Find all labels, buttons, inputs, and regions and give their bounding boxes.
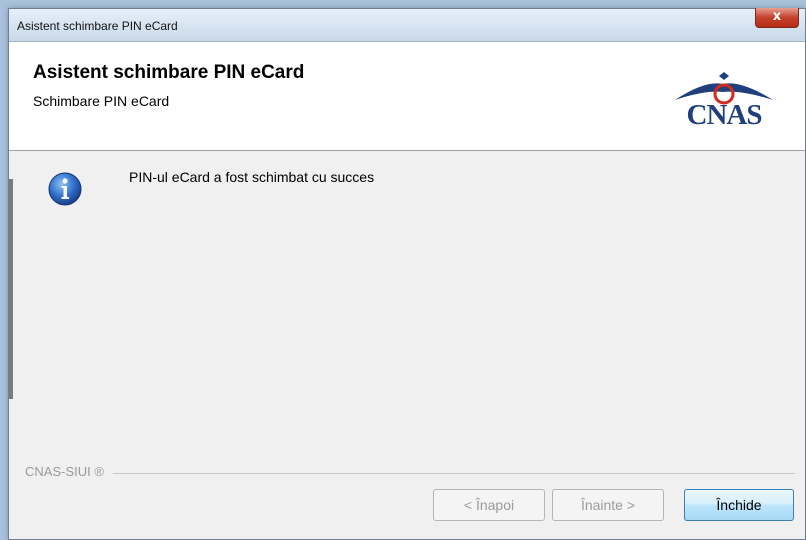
- back-button[interactable]: < Înapoi: [433, 489, 545, 521]
- window-title: Asistent schimbare PIN eCard: [17, 19, 178, 33]
- page-title: Asistent schimbare PIN eCard: [33, 62, 305, 83]
- close-button[interactable]: Închide: [684, 489, 794, 521]
- info-icon: [47, 171, 83, 207]
- next-button[interactable]: Înainte >: [552, 489, 664, 521]
- logo-text: CNAS: [686, 99, 763, 131]
- footer-separator: [113, 473, 795, 474]
- wizard-window: Asistent schimbare PIN eCard x Asistent …: [8, 8, 806, 540]
- title-bar[interactable]: Asistent schimbare PIN eCard x: [9, 8, 805, 42]
- cnas-logo: CNAS: [665, 70, 783, 132]
- wizard-header: Asistent schimbare PIN eCard Schimbare P…: [9, 42, 805, 151]
- close-window-button[interactable]: x: [755, 8, 799, 28]
- page-subtitle: Schimbare PIN eCard: [33, 93, 170, 109]
- footer-label: CNAS-SIUI ®: [25, 464, 110, 479]
- left-edge: [9, 179, 13, 399]
- close-icon: x: [772, 9, 782, 24]
- success-message: PIN-ul eCard a fost schimbat cu succes: [129, 169, 375, 185]
